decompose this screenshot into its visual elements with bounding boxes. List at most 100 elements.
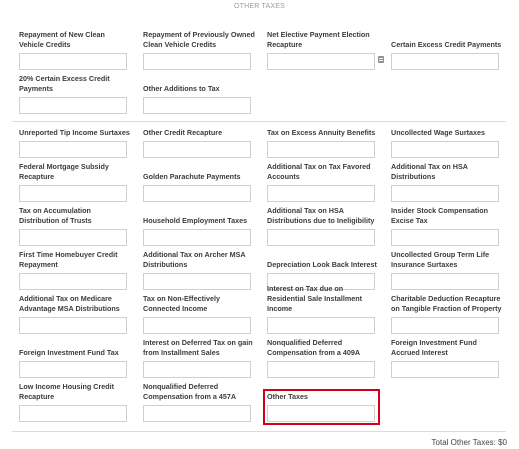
field-label: Unreported Tip Income Surtaxes [19,128,130,137]
field-label: Household Employment Taxes [143,216,248,225]
first-time-homebuyer-credit-repayment-input[interactable] [19,273,127,290]
repayment-new-clean-vehicle-credits-input[interactable] [19,53,127,70]
nonqualified-deferred-compensation-409a-input[interactable] [267,361,375,378]
foreign-investment-fund-accrued-interest-input[interactable] [391,361,499,378]
field-net-elective-payment-election-recapture: Net Elective Payment Election Recapture [267,28,377,70]
field-label: Other Credit Recapture [143,128,223,137]
field-label: Insider Stock Compensation Excise Tax [391,206,489,225]
calculator-icon[interactable] [378,56,384,63]
highlight-frame [263,389,380,425]
other-credit-recapture-input[interactable] [143,141,251,158]
field-label: Additional Tax on HSA Distributions [391,162,468,181]
field-label: Additional Tax on Tax Favored Accounts [267,162,371,181]
tax-on-non-effectively-connected-income-input[interactable] [143,317,251,334]
field-label: Golden Parachute Payments [143,172,241,181]
foreign-investment-fund-tax-input[interactable] [19,361,127,378]
other-additions-to-tax-input[interactable] [143,97,251,114]
field-label: Tax on Non-Effectively Connected Income [143,294,220,313]
total-label: Total Other Taxes: [431,438,496,447]
field-tax-on-accumulation-distribution-of-trusts: Tax on Accumulation Distribution of Trus… [19,204,129,246]
nonqualified-deferred-compensation-457a-input[interactable] [143,405,251,422]
field-nonqualified-deferred-compensation-409a: Nonqualified Deferred Compensation from … [267,336,377,378]
field-label: Uncollected Wage Surtaxes [391,128,485,137]
field-label: Repayment of New Clean Vehicle Credits [19,30,105,49]
field-label: Net Elective Payment Election Recapture [267,30,370,49]
interest-deferred-tax-installment-sales-input[interactable] [143,361,251,378]
federal-mortgage-subsidy-recapture-input[interactable] [19,185,127,202]
field-label: 20% Certain Excess Credit Payments [19,74,110,93]
total-value: $0 [498,438,507,447]
field-label: Nonqualified Deferred Compensation from … [143,382,237,401]
insider-stock-compensation-excise-tax-input[interactable] [391,229,499,246]
field-label: Charitable Deduction Recapture on Tangib… [391,294,502,313]
field-label: Depreciation Look Back Interest [267,260,377,269]
tax-on-excess-annuity-benefits-input[interactable] [267,141,375,158]
field-interest-tax-residential-sale-installment: Interest on Tax due on Residential Sale … [267,284,377,334]
field-additional-tax-medicare-advantage-msa: Additional Tax on Medicare Advantage MSA… [19,292,129,334]
uncollected-group-term-life-insurance-surtaxes-input[interactable] [391,273,499,290]
additional-tax-on-tax-favored-accounts-input[interactable] [267,185,375,202]
certain-excess-credit-payments-input[interactable] [391,53,499,70]
field-additional-tax-archer-msa: Additional Tax on Archer MSA Distributio… [143,248,253,290]
total-other-taxes: Total Other Taxes: $0 [432,438,507,447]
repayment-previously-owned-clean-vehicle-credits-input[interactable] [143,53,251,70]
field-label: Additional Tax on Archer MSA Distributio… [143,250,246,269]
field-other-additions-to-tax: Other Additions to Tax [143,72,253,114]
low-income-housing-credit-recapture-input[interactable] [19,405,127,422]
field-first-time-homebuyer-credit-repayment: First Time Homebuyer Credit Repayment [19,248,129,290]
field-uncollected-group-term-life-insurance-surtaxes: Uncollected Group Term Life Insurance Su… [391,248,501,290]
field-low-income-housing-credit-recapture: Low Income Housing Credit Recapture [19,380,129,422]
field-tax-on-excess-annuity-benefits: Tax on Excess Annuity Benefits [267,116,377,158]
field-insider-stock-compensation-excise-tax: Insider Stock Compensation Excise Tax [391,204,501,246]
household-employment-taxes-input[interactable] [143,229,251,246]
field-label: Nonqualified Deferred Compensation from … [267,338,361,357]
field-label: Federal Mortgage Subsidy Recapture [19,162,109,181]
net-elective-payment-election-recapture-input[interactable] [267,53,375,70]
charitable-deduction-recapture-input[interactable] [391,317,499,334]
field-unreported-tip-income-surtaxes: Unreported Tip Income Surtaxes [19,116,130,158]
divider [12,431,506,432]
field-repayment-previously-owned-clean-vehicle-credits: Repayment of Previously Owned Clean Vehi… [143,28,255,70]
golden-parachute-payments-input[interactable] [143,185,251,202]
field-label: Tax on Accumulation Distribution of Trus… [19,206,92,225]
field-label: Additional Tax on HSA Distributions due … [267,206,375,225]
field-repayment-new-clean-vehicle-credits: Repayment of New Clean Vehicle Credits [19,28,129,70]
field-golden-parachute-payments: Golden Parachute Payments [143,160,253,202]
field-foreign-investment-fund-accrued-interest: Foreign Investment Fund Accrued Interest [391,336,501,378]
field-nonqualified-deferred-compensation-457a: Nonqualified Deferred Compensation from … [143,380,253,422]
field-label: Repayment of Previously Owned Clean Vehi… [143,30,255,49]
field-tax-on-non-effectively-connected-income: Tax on Non-Effectively Connected Income [143,292,253,334]
field-additional-tax-on-tax-favored-accounts: Additional Tax on Tax Favored Accounts [267,160,377,202]
additional-tax-on-hsa-distributions-input[interactable] [391,185,499,202]
field-foreign-investment-fund-tax: Foreign Investment Fund Tax [19,336,129,378]
field-label: Additional Tax on Medicare Advantage MSA… [19,294,120,313]
field-certain-excess-credit-payments: Certain Excess Credit Payments [391,28,501,70]
additional-tax-archer-msa-input[interactable] [143,273,251,290]
field-label: Tax on Excess Annuity Benefits [267,128,376,137]
field-label: Uncollected Group Term Life Insurance Su… [391,250,490,269]
field-label: Interest on Tax due on Residential Sale … [267,284,363,313]
field-federal-mortgage-subsidy-recapture: Federal Mortgage Subsidy Recapture [19,160,129,202]
field-additional-tax-hsa-ineligibility: Additional Tax on HSA Distributions due … [267,204,377,246]
field-additional-tax-on-hsa-distributions: Additional Tax on HSA Distributions [391,160,501,202]
unreported-tip-income-surtaxes-input[interactable] [19,141,127,158]
field-interest-deferred-tax-installment-sales: Interest on Deferred Tax on gain from In… [143,336,253,378]
additional-tax-hsa-ineligibility-input[interactable] [267,229,375,246]
uncollected-wage-surtaxes-input[interactable] [391,141,499,158]
field-label: Interest on Deferred Tax on gain from In… [143,338,253,357]
interest-tax-residential-sale-installment-input[interactable] [267,317,375,334]
field-uncollected-wage-surtaxes: Uncollected Wage Surtaxes [391,116,501,158]
field-label: Foreign Investment Fund Accrued Interest [391,338,477,357]
certain-excess-credit-payments-20-input[interactable] [19,97,127,114]
field-household-employment-taxes: Household Employment Taxes [143,204,253,246]
field-label: First Time Homebuyer Credit Repayment [19,250,118,269]
field-other-credit-recapture: Other Credit Recapture [143,116,253,158]
field-label: Other Additions to Tax [143,84,220,93]
field-20-percent-certain-excess-credit-payments: 20% Certain Excess Credit Payments [19,72,129,114]
additional-tax-medicare-advantage-msa-input[interactable] [19,317,127,334]
field-label: Foreign Investment Fund Tax [19,348,119,357]
field-label: Low Income Housing Credit Recapture [19,382,115,401]
field-charitable-deduction-recapture: Charitable Deduction Recapture on Tangib… [391,292,501,334]
section-title: OTHER TAXES [234,3,285,10]
tax-on-accumulation-distribution-of-trusts-input[interactable] [19,229,127,246]
